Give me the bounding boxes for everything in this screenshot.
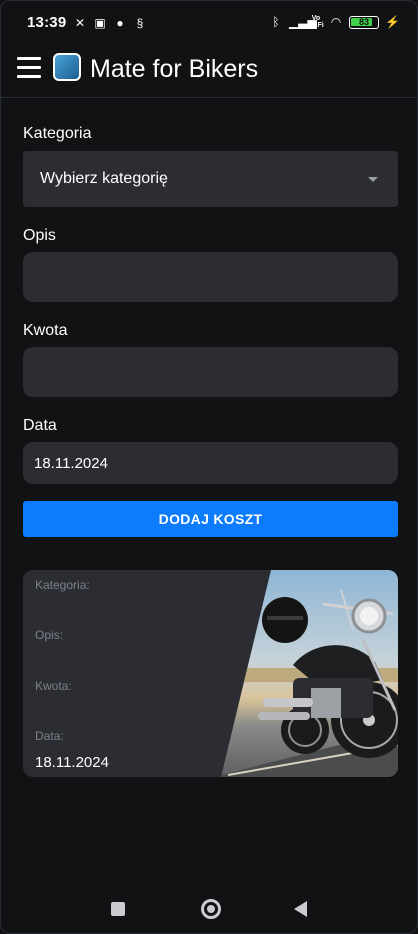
app-logo-icon: [53, 53, 81, 81]
category-select[interactable]: Wybierz kategorię: [23, 151, 398, 207]
description-input[interactable]: [23, 252, 398, 302]
app-title: Mate for Bikers: [90, 55, 259, 83]
motorcycle-image: [221, 570, 398, 777]
amount-label: Kwota: [23, 322, 68, 339]
wifi-icon: ◠: [330, 15, 342, 29]
system-nav-bar: [1, 881, 417, 933]
date-input-value: 18.11.2024: [34, 455, 108, 472]
home-icon[interactable]: [201, 899, 221, 919]
status-time: 13:39: [27, 14, 67, 31]
amount-input[interactable]: [23, 347, 398, 397]
vowifi-icon: Vo WiFi: [309, 15, 324, 29]
alert-icon: §: [136, 16, 144, 30]
card-category-label: Kategoria:: [35, 578, 90, 592]
notification-off-icon: ✕: [74, 16, 86, 30]
battery-icon: 83: [349, 15, 379, 29]
status-bar: 13:39 ✕ ▣ ● § ᛒ ▁▃▅ Vo WiFi ◠ 83 ⚡: [1, 1, 417, 45]
app-frame: 13:39 ✕ ▣ ● § ᛒ ▁▃▅ Vo WiFi ◠ 83 ⚡ Mate f…: [0, 0, 418, 934]
app-bar: Mate for Bikers: [1, 45, 417, 98]
date-label: Data: [23, 417, 57, 434]
cost-card[interactable]: Kategoria: Opis: Kwota: Data: 18.11.2024: [23, 570, 398, 777]
app-a-icon: ●: [116, 16, 124, 30]
battery-level: 83: [358, 17, 369, 27]
card-date-label: Data:: [35, 729, 64, 743]
hamburger-menu-icon[interactable]: [17, 57, 41, 79]
category-label: Kategoria: [23, 125, 92, 142]
recent-apps-icon[interactable]: [111, 902, 125, 916]
card-description-label: Opis:: [35, 628, 64, 642]
dropdown-arrow-icon: [368, 177, 378, 182]
charging-icon: ⚡: [385, 15, 400, 29]
bluetooth-icon: ᛒ: [272, 15, 280, 29]
date-input[interactable]: 18.11.2024: [23, 442, 398, 484]
description-label: Opis: [23, 227, 56, 244]
category-select-value: Wybierz kategorię: [40, 170, 168, 187]
card-date-value: 18.11.2024: [35, 754, 109, 771]
add-cost-button[interactable]: DODAJ KOSZT: [23, 501, 398, 537]
back-icon[interactable]: [294, 901, 307, 917]
signal-icon: ▁▃▅: [289, 15, 317, 29]
card-amount-label: Kwota:: [35, 679, 72, 693]
nfc-icon: ▣: [94, 16, 106, 30]
